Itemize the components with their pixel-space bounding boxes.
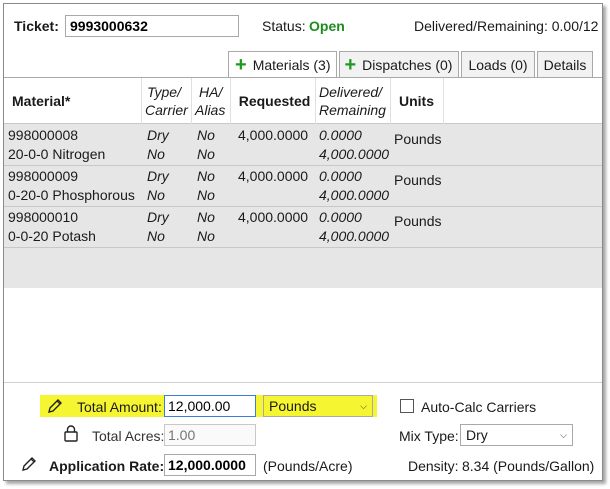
alias-value: No (197, 146, 215, 162)
delivered-value: 0.0000 (319, 168, 362, 184)
ticket-label: Ticket: (14, 18, 59, 34)
auto-calc-carriers-checkbox[interactable] (400, 399, 414, 413)
chevron-down-icon: ⌵ (360, 400, 367, 411)
column-header-delivered-remaining[interactable]: Delivered/ Remaining (319, 78, 391, 124)
tab-dispatches[interactable]: + Dispatches (0) (339, 51, 460, 77)
remaining-value: 4,000.0000 (319, 146, 390, 162)
column-header-ha-alias[interactable]: HA/ Alias (195, 78, 231, 124)
application-rate-label: Application Rate: (49, 458, 165, 474)
pencil-icon[interactable] (46, 397, 64, 415)
materials-grid: Material* Type/ Carrier HA/ Alias Reques… (4, 78, 602, 288)
material-name: 0-20-0 Phosphorous (8, 187, 135, 203)
requested-value: 4,000.0000 (238, 127, 309, 143)
delivered-value: 0.0000 (319, 127, 362, 143)
tab-details[interactable]: Details (536, 51, 594, 77)
carrier-value: No (147, 228, 165, 244)
density-value: 8.34 (Pounds/Gallon) (462, 458, 595, 474)
carrier-value: No (147, 146, 165, 162)
material-name: 20-0-0 Nitrogen (8, 146, 106, 162)
pencil-icon[interactable] (20, 455, 38, 473)
ticket-window: Ticket: Status: Open Delivered/Remaining… (3, 3, 603, 481)
alias-value: No (197, 187, 215, 203)
type-value: Dry (147, 168, 169, 184)
tab-loads[interactable]: Loads (0) (461, 51, 535, 77)
chevron-down-icon: ⌵ (560, 429, 567, 440)
units-value: Pounds (394, 131, 442, 147)
auto-calc-carriers-label: Auto-Calc Carriers (421, 399, 537, 415)
units-select[interactable]: Pounds ⌵ (263, 395, 373, 417)
remaining-value: 4,000.0000 (319, 187, 390, 203)
tab-materials[interactable]: + Materials (3) (228, 51, 338, 78)
column-header-units[interactable]: Units (394, 78, 444, 124)
type-value: Dry (147, 209, 169, 225)
plus-icon[interactable]: + (344, 55, 356, 75)
application-rate-input[interactable] (164, 454, 256, 476)
ticket-input[interactable] (65, 15, 239, 37)
total-acres-label: Total Acres: (92, 428, 165, 444)
tab-details-label: Details (543, 56, 587, 73)
mix-type-select[interactable]: Dry ⌵ (460, 424, 573, 446)
mix-type-label: Mix Type: (399, 428, 459, 444)
material-code: 998000009 (8, 168, 79, 184)
ha-value: No (197, 209, 215, 225)
ha-value: No (197, 127, 215, 143)
tab-loads-label: Loads (0) (468, 56, 528, 73)
ha-value: No (197, 168, 215, 184)
units-value: Pounds (394, 172, 442, 188)
requested-value: 4,000.0000 (238, 209, 309, 225)
total-amount-input[interactable] (164, 395, 256, 417)
material-code: 998000010 (8, 209, 79, 225)
carrier-value: No (147, 187, 165, 203)
table-row[interactable]: 998000009 0-20-0 Phosphorous Dry No No N… (4, 166, 602, 207)
delivered-value: 0.0000 (319, 209, 362, 225)
total-acres-input[interactable] (164, 424, 256, 446)
remaining-value: 4,000.0000 (319, 228, 390, 244)
lock-icon (64, 425, 78, 442)
density-label: Density: (408, 458, 459, 474)
column-header-requested[interactable]: Requested (234, 78, 316, 124)
tab-materials-label: Materials (3) (252, 57, 331, 73)
table-row[interactable]: 998000008 20-0-0 Nitrogen Dry No No No 4… (4, 125, 602, 166)
status-value: Open (309, 18, 345, 34)
plus-icon[interactable]: + (235, 55, 247, 75)
column-header-material[interactable]: Material* (12, 78, 142, 124)
tab-strip: + Materials (3) + Dispatches (0) Loads (… (228, 51, 594, 78)
totals-panel: Total Amount: Pounds ⌵ Auto-Calc Carrier… (4, 382, 602, 480)
requested-value: 4,000.0000 (238, 168, 309, 184)
status-label: Status: (262, 18, 306, 34)
grid-header: Material* Type/ Carrier HA/ Alias Reques… (4, 78, 602, 124)
alias-value: No (197, 228, 215, 244)
type-value: Dry (147, 127, 169, 143)
material-code: 998000008 (8, 127, 79, 143)
ticket-header: Ticket: Status: Open Delivered/Remaining… (4, 4, 602, 48)
tab-dispatches-label: Dispatches (0) (362, 56, 453, 73)
application-rate-units: (Pounds/Acre) (263, 458, 353, 474)
delivered-remaining-summary: Delivered/Remaining: 0.00/12 (414, 18, 599, 34)
units-value: Pounds (394, 213, 442, 229)
total-amount-label: Total Amount: (77, 399, 162, 415)
material-name: 0-0-20 Potash (8, 228, 96, 244)
column-header-type-carrier[interactable]: Type/ Carrier (145, 78, 192, 124)
table-row[interactable]: 998000010 0-0-20 Potash Dry No No No 4,0… (4, 207, 602, 248)
